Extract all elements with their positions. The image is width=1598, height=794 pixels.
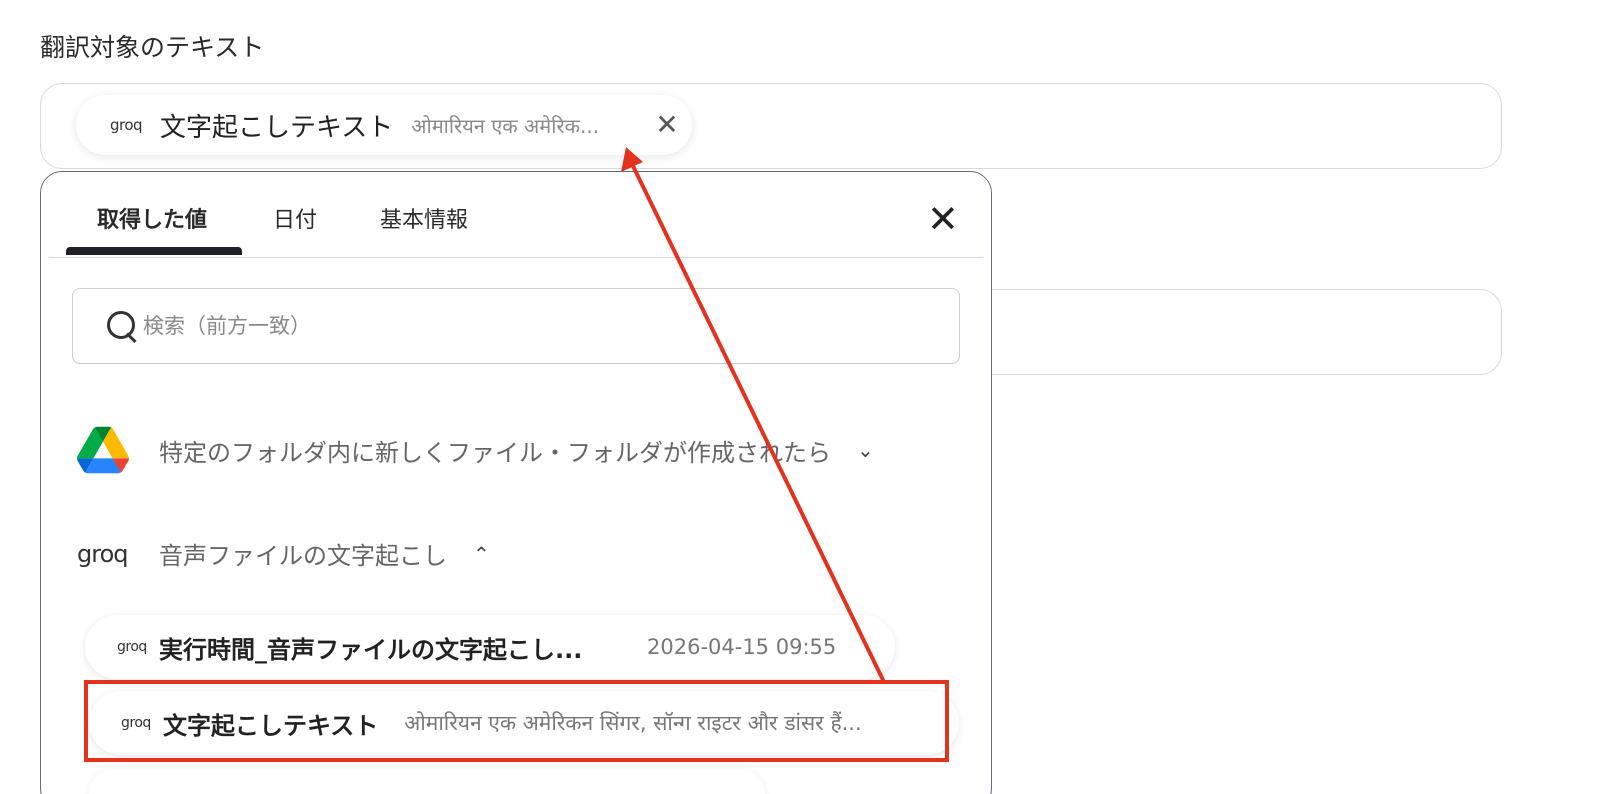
remove-chip-close-icon[interactable]: ✕ — [655, 111, 678, 139]
active-tab-indicator — [66, 247, 242, 255]
groq-logo-icon: groq — [117, 639, 147, 655]
search-icon — [105, 309, 139, 343]
list-item-execution-time[interactable]: groq 実行時間_音声ファイルの文字起こし... 2026-04-15 09:… — [85, 615, 895, 679]
selected-value-chip[interactable]: groq 文字起こしテキスト ओमारियन एक अमेरिक... ✕ — [76, 95, 692, 155]
chip-name: 文字起こしテキスト — [160, 112, 394, 143]
group-title: 音声ファイルの文字起こし — [159, 542, 447, 570]
groq-logo-icon: groq — [77, 539, 129, 568]
item-value: 2026-04-15 09:55 — [647, 635, 837, 659]
tab-date[interactable]: 日付 — [273, 202, 317, 234]
google-drive-icon — [77, 426, 129, 474]
section-label: 翻訳対象のテキスト — [40, 33, 265, 62]
search-input[interactable] — [143, 314, 843, 338]
item-value: ओमारियन एक अमेरिकन सिंगर, सॉन्ग राइटर और… — [404, 711, 862, 735]
list-item[interactable] — [89, 769, 765, 794]
tab-basic-info[interactable]: 基本情報 — [380, 202, 468, 234]
value-picker-panel: 取得した値 日付 基本情報 ✕ 特定のフォルダ内に新しくファイル・フォルダが作成… — [40, 171, 992, 794]
chip-preview: ओमारियन एक अमेरिक... — [411, 113, 600, 138]
group-google-drive-trigger[interactable]: 特定のフォルダ内に新しくファイル・フォルダが作成されたら ⌄ — [77, 426, 874, 474]
close-panel-icon[interactable]: ✕ — [927, 200, 959, 238]
group-groq-transcription[interactable]: groq 音声ファイルの文字起こし ⌃ — [77, 536, 490, 571]
groq-logo-icon: groq — [121, 715, 151, 731]
secondary-field[interactable] — [960, 289, 1502, 375]
tab-fetched-values[interactable]: 取得した値 — [97, 202, 207, 234]
search-box — [72, 288, 960, 364]
groq-logo-icon: groq — [110, 116, 143, 134]
item-name: 実行時間_音声ファイルの文字起こし... — [159, 635, 583, 664]
chevron-down-icon: ⌄ — [857, 438, 874, 462]
item-name: 文字起こしテキスト — [163, 711, 379, 740]
chevron-up-icon: ⌃ — [473, 541, 490, 566]
picker-tabs: 取得した値 日付 基本情報 — [49, 172, 983, 258]
list-item-transcription-text[interactable]: groq 文字起こしテキスト ओमारियन एक अमेरिकन सिंगर,… — [89, 691, 959, 755]
group-title: 特定のフォルダ内に新しくファイル・フォルダが作成されたら — [159, 438, 831, 467]
